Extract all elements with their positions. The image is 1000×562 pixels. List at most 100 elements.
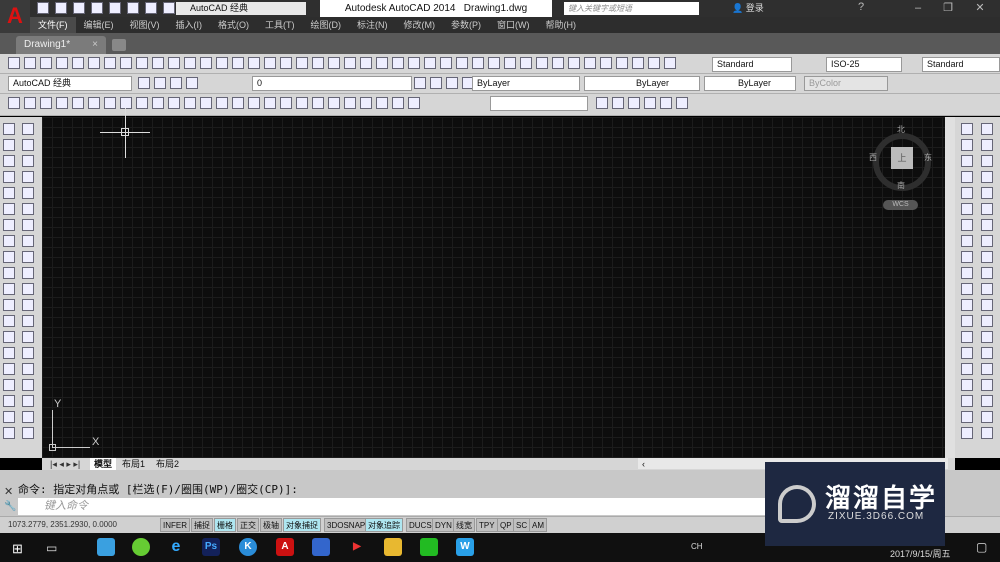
toolbar-button-icon[interactable] — [264, 57, 276, 69]
windows-start-icon[interactable]: ⊞ — [12, 541, 23, 557]
status-toggle-10[interactable]: 线宽 — [453, 518, 475, 532]
task-view-icon[interactable]: ▭ — [46, 541, 57, 555]
wcs-menu[interactable]: WCS — [883, 200, 918, 210]
menu-dimension[interactable]: 标注(N) — [349, 17, 396, 33]
tool-icon[interactable] — [961, 299, 973, 311]
tool-icon[interactable] — [981, 395, 993, 407]
tool-icon[interactable] — [981, 315, 993, 327]
toolbar-button-icon[interactable] — [168, 57, 180, 69]
tool-icon[interactable] — [3, 139, 15, 151]
tool-icon[interactable] — [3, 411, 15, 423]
command-input[interactable]: 键入命令 — [18, 498, 768, 515]
login-button[interactable]: 👤 登录 — [732, 1, 764, 14]
toolbar-button-icon[interactable] — [232, 97, 244, 109]
toolbar-button-icon[interactable] — [664, 57, 676, 69]
toolbar-button-icon[interactable] — [120, 57, 132, 69]
tool-icon[interactable] — [961, 235, 973, 247]
new-tab-button[interactable] — [112, 39, 126, 51]
toolbar-button-icon[interactable] — [200, 97, 212, 109]
tool-icon[interactable] — [981, 363, 993, 375]
text-style-dropdown[interactable]: Standard — [712, 57, 792, 72]
toolbar-button-icon[interactable] — [472, 57, 484, 69]
toolbar-button-icon[interactable] — [138, 77, 150, 89]
tool-icon[interactable] — [3, 155, 15, 167]
layer-dropdown[interactable]: 0 — [252, 76, 412, 91]
tool-icon[interactable] — [3, 283, 15, 295]
status-toggle-3[interactable]: 正交 — [237, 518, 259, 532]
toolbar-button-icon[interactable] — [248, 57, 260, 69]
toolbar-button-icon[interactable] — [24, 97, 36, 109]
ime-indicator[interactable]: CH — [691, 542, 703, 551]
workspace-dropdown[interactable]: AutoCAD 经典 — [176, 2, 306, 15]
tool-icon[interactable] — [981, 139, 993, 151]
status-toggle-8[interactable]: DUCS — [406, 518, 435, 532]
toolbar-button-icon[interactable] — [644, 97, 656, 109]
toolbar-button-icon[interactable] — [328, 97, 340, 109]
tool-icon[interactable] — [981, 347, 993, 359]
tool-icon[interactable] — [3, 379, 15, 391]
status-toggle-11[interactable]: TPY — [476, 518, 498, 532]
status-toggle-2[interactable]: 栅格 — [214, 518, 236, 532]
tool-icon[interactable] — [961, 203, 973, 215]
toolbar-button-icon[interactable] — [296, 57, 308, 69]
toolbar-button-icon[interactable] — [430, 77, 442, 89]
tool-icon[interactable] — [981, 203, 993, 215]
status-toggle-13[interactable]: SC — [513, 518, 531, 532]
taskbar-app-icon[interactable] — [97, 538, 115, 556]
toolbar-button-icon[interactable] — [392, 97, 404, 109]
toolbar-button-icon[interactable] — [136, 57, 148, 69]
lineweight-dropdown[interactable]: ByLayer — [704, 76, 796, 91]
tool-icon[interactable] — [981, 123, 993, 135]
tool-icon[interactable] — [22, 331, 34, 343]
compass-south[interactable]: 南 — [897, 180, 905, 191]
toolbar-button-icon[interactable] — [488, 57, 500, 69]
status-toggle-14[interactable]: AM — [529, 518, 547, 532]
taskbar-app2-icon[interactable] — [312, 538, 330, 556]
tool-icon[interactable] — [22, 347, 34, 359]
tab-model[interactable]: 模型 — [90, 458, 117, 470]
tool-icon[interactable] — [22, 203, 34, 215]
document-tab-drawing1[interactable]: Drawing1* × — [16, 36, 106, 54]
toolbar-button-icon[interactable] — [632, 57, 644, 69]
tab-layout2[interactable]: 布局2 — [152, 458, 183, 470]
toolbar-button-icon[interactable] — [660, 97, 672, 109]
status-toggle-9[interactable]: DYN — [432, 518, 455, 532]
taskbar-browser-icon[interactable] — [132, 538, 150, 556]
tool-icon[interactable] — [961, 139, 973, 151]
tool-icon[interactable] — [981, 187, 993, 199]
menu-format[interactable]: 格式(O) — [210, 17, 257, 33]
toolbar-button-icon[interactable] — [72, 57, 84, 69]
quick-access-icon[interactable] — [55, 2, 67, 14]
toolbar-button-icon[interactable] — [360, 97, 372, 109]
taskbar-k-icon[interactable]: K — [239, 538, 257, 556]
color-dropdown[interactable]: ByLayer — [472, 76, 580, 91]
tool-icon[interactable] — [22, 315, 34, 327]
tool-icon[interactable] — [3, 315, 15, 327]
toolbar-button-icon[interactable] — [612, 97, 624, 109]
toolbar-button-icon[interactable] — [184, 97, 196, 109]
drawing-canvas[interactable] — [42, 117, 955, 458]
taskbar-ie-icon[interactable]: e — [167, 538, 185, 556]
quick-access-icon[interactable] — [109, 2, 121, 14]
toolbar-button-icon[interactable] — [628, 97, 640, 109]
tool-icon[interactable] — [961, 427, 973, 439]
tool-icon[interactable] — [961, 187, 973, 199]
toolbar-button-icon[interactable] — [392, 57, 404, 69]
tab-layout1[interactable]: 布局1 — [118, 458, 149, 470]
menu-edit[interactable]: 编辑(E) — [76, 17, 122, 33]
status-toggle-6[interactable]: 3DOSNAP — [324, 518, 369, 532]
toolbar-button-icon[interactable] — [170, 77, 182, 89]
minimize-button[interactable]: – — [904, 0, 932, 17]
quick-access-icon[interactable] — [37, 2, 49, 14]
help-icon[interactable]: ? — [858, 1, 864, 13]
toolbar-button-icon[interactable] — [616, 57, 628, 69]
toolbar-button-icon[interactable] — [88, 57, 100, 69]
toolbar-button-icon[interactable] — [120, 97, 132, 109]
tool-icon[interactable] — [981, 171, 993, 183]
taskbar-wps-icon[interactable]: W — [456, 538, 474, 556]
tool-icon[interactable] — [3, 251, 15, 263]
tool-icon[interactable] — [22, 299, 34, 311]
menu-view[interactable]: 视图(V) — [122, 17, 168, 33]
toolbar-button-icon[interactable] — [280, 57, 292, 69]
toolbar-button-icon[interactable] — [504, 57, 516, 69]
